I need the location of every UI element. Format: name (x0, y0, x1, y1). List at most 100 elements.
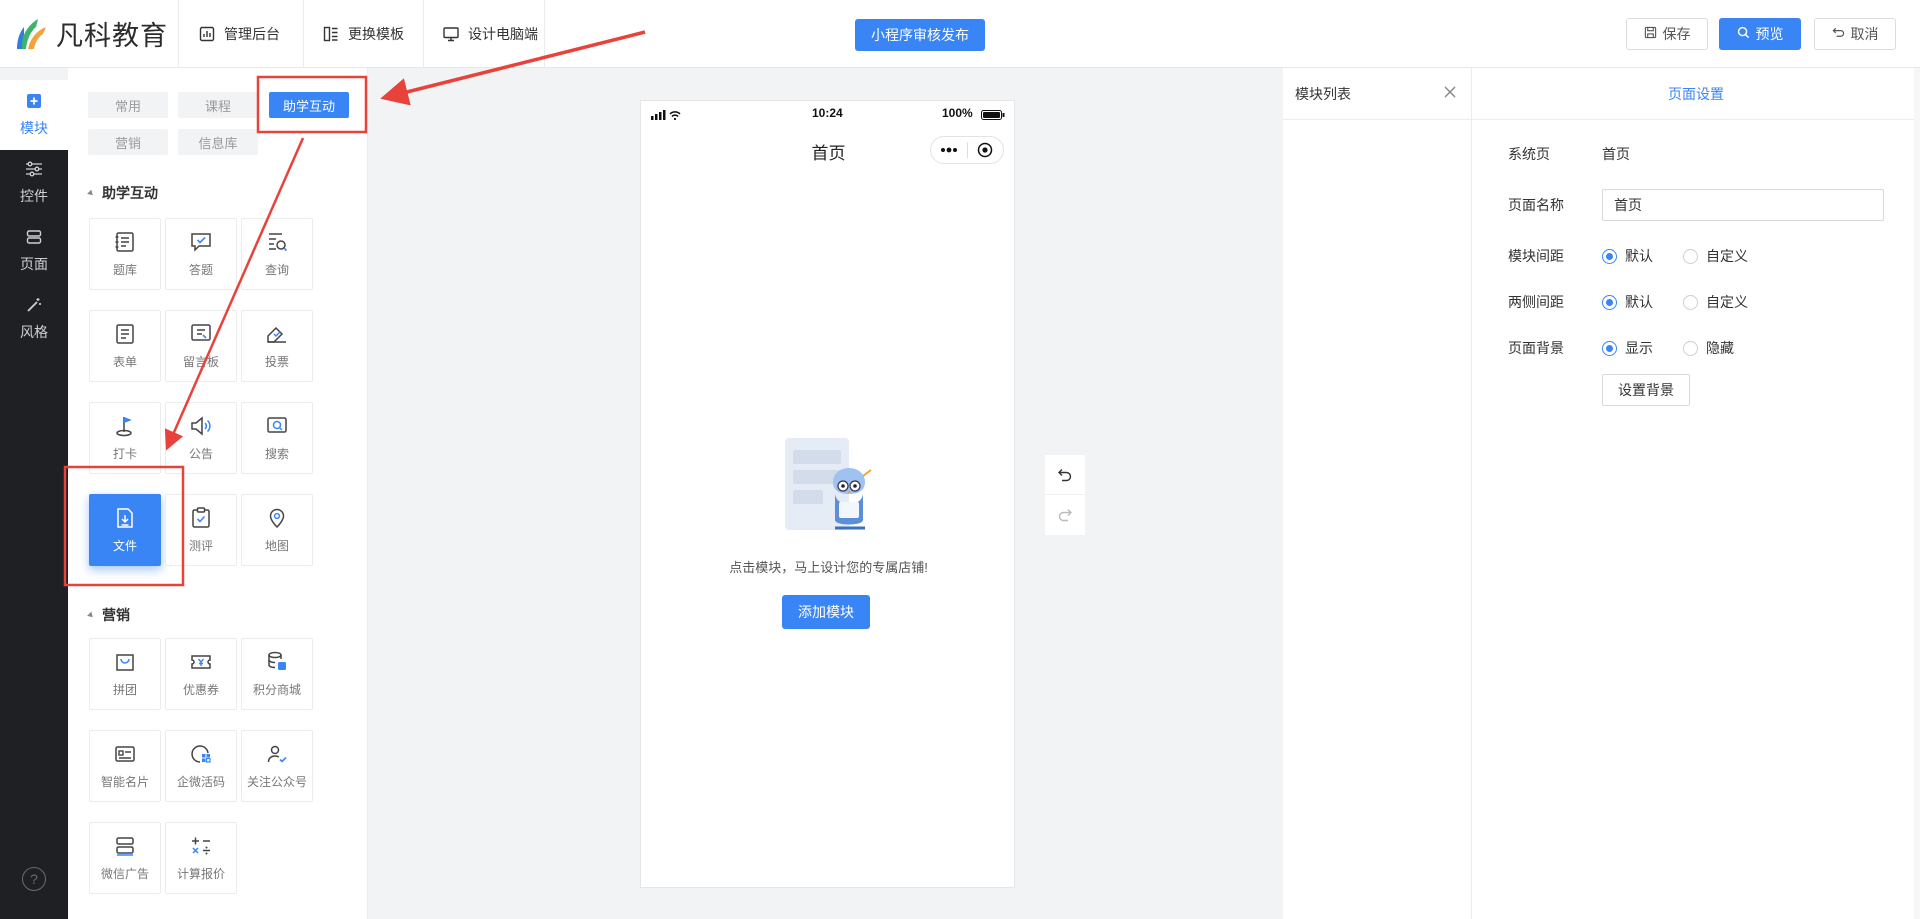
module-spacing-custom-radio[interactable]: 自定义 (1683, 246, 1748, 266)
module-points-mall[interactable]: 积分商城 (241, 638, 313, 710)
query-icon (269, 233, 288, 252)
plus-square-icon (26, 93, 42, 112)
module-label: 积分商城 (252, 683, 301, 697)
radio-label: 默认 (1625, 294, 1653, 310)
preview-label: 预览 (1755, 26, 1784, 42)
mini-program-capsule[interactable] (930, 136, 1004, 164)
undo-icon[interactable] (1045, 455, 1085, 495)
template-icon (322, 25, 340, 43)
follow-account-icon (267, 745, 287, 763)
close-icon[interactable] (1443, 85, 1457, 102)
module-wecom-code[interactable]: 企微活码 (165, 730, 237, 802)
module-message-board[interactable]: 留言板 (165, 310, 237, 382)
redo-icon[interactable] (1045, 495, 1085, 535)
return-icon (1832, 26, 1845, 42)
module-business-card[interactable]: 智能名片 (89, 730, 161, 802)
system-page-value: 首页 (1602, 146, 1630, 162)
phone-time: 10:24 (812, 106, 843, 120)
sidebar-item-pages[interactable]: 页面 (0, 216, 68, 286)
module-calculator[interactable]: 计算报价 (165, 822, 237, 894)
module-list-title: 模块列表 (1295, 85, 1351, 102)
divider (178, 0, 179, 68)
radio-label: 显示 (1625, 340, 1653, 356)
page-background-show-radio[interactable]: 显示 (1602, 338, 1653, 358)
sidebar-item-modules[interactable]: 模块 (0, 80, 68, 150)
tab-courses[interactable]: 课程 (178, 92, 258, 118)
module-label: 地图 (264, 539, 289, 553)
message-board-icon (191, 324, 211, 341)
more-dots-icon[interactable] (931, 147, 967, 153)
module-form[interactable]: 表单 (89, 310, 161, 382)
phone-preview[interactable]: 10:24 100% 首页 点击模块，马上设计您的专属店铺! 添加模块 (640, 100, 1015, 888)
tab-page-settings[interactable]: 页面设置 (1472, 68, 1920, 120)
nav-design-desktop[interactable]: 设计电脑端 (442, 0, 538, 68)
sidebar-item-label: 页面 (20, 255, 48, 272)
module-panel: 常用 课程 助学互动 营销 信息库 助学互动 题库 答题 查询 表单 留言板 投… (68, 68, 368, 919)
module-wechat-ad[interactable]: 微信广告 (89, 822, 161, 894)
module-coupon[interactable]: 优惠券 (165, 638, 237, 710)
radio-label: 隐藏 (1706, 340, 1734, 356)
set-background-row: 设置背景 (1602, 374, 1690, 406)
help-icon[interactable]: ? (22, 867, 46, 891)
file-download-icon (117, 508, 133, 528)
add-module-button[interactable]: 添加模块 (782, 595, 870, 629)
side-spacing-default-radio[interactable]: 默认 (1602, 292, 1653, 312)
nav-change-template-label: 更换模板 (348, 26, 404, 42)
module-spacing-default-radio[interactable]: 默认 (1602, 246, 1653, 266)
tab-marketing[interactable]: 营销 (88, 129, 168, 155)
group-buy-icon (116, 654, 134, 671)
tab-common[interactable]: 常用 (88, 92, 168, 118)
module-group-buy[interactable]: 拼团 (89, 638, 161, 710)
coupon-icon (191, 655, 211, 669)
module-map[interactable]: 地图 (241, 494, 313, 566)
map-pin-icon (269, 508, 285, 529)
collapse-triangle-icon[interactable] (87, 611, 95, 619)
nav-admin[interactable]: 管理后台 (198, 0, 280, 68)
module-answer[interactable]: 答题 (165, 218, 237, 290)
speaker-icon (191, 416, 211, 436)
section-title-learning: 助学互动 (87, 183, 158, 203)
brand-logo[interactable]: 凡科教育 (14, 14, 168, 52)
page-name-input[interactable] (1602, 189, 1884, 221)
module-label: 查询 (264, 263, 289, 277)
page-name-label: 页面名称 (1508, 197, 1564, 213)
save-button[interactable]: 保存 (1626, 18, 1708, 50)
sidebar-item-style[interactable]: 风格 (0, 284, 68, 354)
collapse-triangle-icon[interactable] (87, 189, 95, 197)
module-question-bank[interactable]: 题库 (89, 218, 161, 290)
magic-wand-icon (26, 297, 42, 316)
battery-percent: 100% (942, 106, 973, 120)
preview-button[interactable]: 预览 (1719, 18, 1801, 50)
set-background-button[interactable]: 设置背景 (1602, 374, 1690, 406)
close-target-icon[interactable] (967, 142, 1003, 158)
nav-change-template[interactable]: 更换模板 (322, 0, 404, 68)
sidebar-item-label: 控件 (20, 187, 48, 204)
side-spacing-custom-radio[interactable]: 自定义 (1683, 292, 1748, 312)
save-icon (1644, 26, 1657, 42)
page-background-hide-radio[interactable]: 隐藏 (1683, 338, 1734, 358)
module-check-in[interactable]: 打卡 (89, 402, 161, 474)
module-search[interactable]: 搜索 (241, 402, 313, 474)
module-file[interactable]: 文件 (89, 494, 161, 566)
module-label: 优惠券 (182, 683, 219, 697)
scrollbar[interactable] (1914, 68, 1920, 919)
module-label: 表单 (112, 355, 137, 369)
chart-icon (198, 25, 216, 43)
divider (423, 0, 424, 68)
top-bar: 凡科教育 管理后台 更换模板 设计电脑端 小程序审核发布 保存 预览 取消 (0, 0, 1920, 68)
module-announcement[interactable]: 公告 (165, 402, 237, 474)
save-label: 保存 (1662, 26, 1691, 42)
tab-info-library[interactable]: 信息库 (178, 129, 258, 155)
publish-button[interactable]: 小程序审核发布 (855, 19, 985, 51)
side-spacing-row: 两侧间距 默认 自定义 (1508, 292, 1778, 312)
module-assessment[interactable]: 测评 (165, 494, 237, 566)
cancel-button[interactable]: 取消 (1814, 18, 1896, 50)
module-query[interactable]: 查询 (241, 218, 313, 290)
module-vote[interactable]: 投票 (241, 310, 313, 382)
module-label: 测评 (188, 539, 213, 553)
module-follow-account[interactable]: 关注公众号 (241, 730, 313, 802)
nav-design-desktop-label: 设计电脑端 (468, 26, 538, 42)
sidebar-item-controls[interactable]: 控件 (0, 148, 68, 218)
module-label: 拼团 (112, 683, 137, 697)
tab-learning-interaction[interactable]: 助学互动 (269, 92, 349, 118)
